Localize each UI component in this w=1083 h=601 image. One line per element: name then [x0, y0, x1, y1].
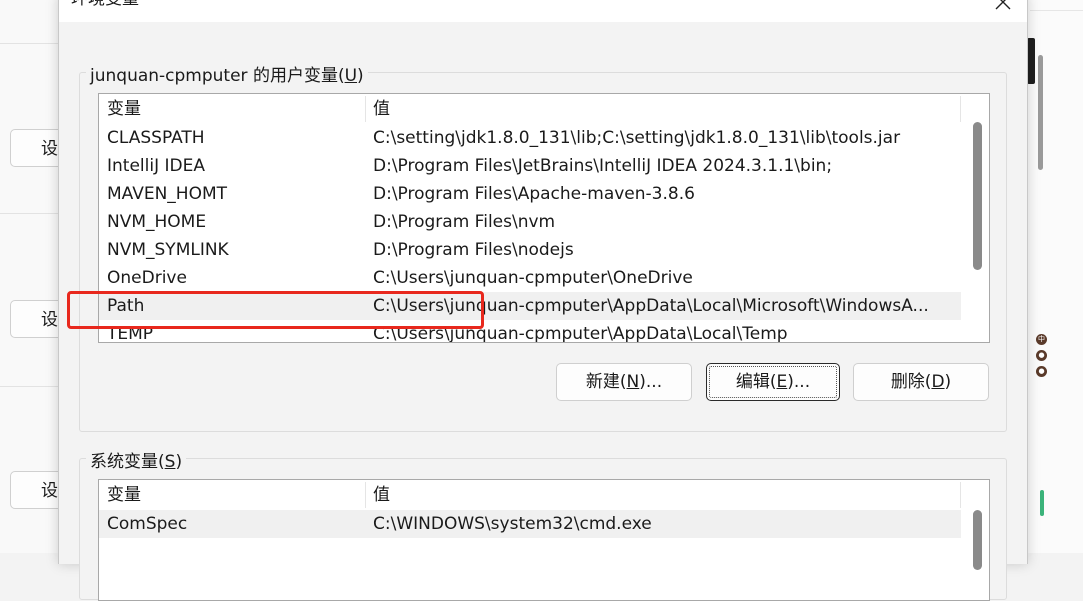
tray-ime-icon[interactable]: 中	[1036, 334, 1047, 345]
user-variables-list[interactable]: 变量 值 CLASSPATH C:\setting\jdk1.8.0_131\l…	[98, 93, 990, 343]
variable-name: IntelliJ IDEA	[107, 156, 205, 176]
system-variables-label: 系统变量(S)	[86, 447, 187, 472]
system-list-scrollbar[interactable]	[967, 480, 987, 600]
table-row[interactable]: TEMP C:\Users\junquan-cpmputer\AppData\L…	[99, 320, 961, 343]
background-dark-bar	[1027, 38, 1035, 84]
column-divider[interactable]	[960, 96, 961, 122]
table-row[interactable]: CLASSPATH C:\setting\jdk1.8.0_131\lib;C:…	[99, 124, 961, 152]
user-variables-group: junquan-cpmputer 的用户变量(U) 变量 值 CLASSPATH…	[79, 61, 1007, 432]
table-row[interactable]: MAVEN_HOMT D:\Program Files\Apache-maven…	[99, 180, 961, 208]
background-separator	[0, 213, 60, 214]
list-header: 变量 值	[99, 480, 989, 508]
table-row[interactable]: IntelliJ IDEA D:\Program Files\JetBrains…	[99, 152, 961, 180]
background-scrollbar-thumb[interactable]	[1038, 55, 1043, 170]
table-row[interactable]: NVM_SYMLINK D:\Program Files\nodejs	[99, 236, 961, 264]
variable-name: ComSpec	[107, 514, 188, 534]
variable-name: OneDrive	[107, 268, 187, 288]
column-header-variable[interactable]: 变量	[99, 94, 365, 122]
variable-value: D:\Program Files\JetBrains\IntelliJ IDEA…	[373, 156, 833, 176]
variable-name: Path	[107, 296, 145, 316]
user-variables-label: junquan-cpmputer 的用户变量(U)	[86, 61, 368, 86]
list-header: 变量 值	[99, 94, 989, 122]
variable-name: TEMP	[107, 324, 154, 343]
close-icon[interactable]	[993, 0, 1013, 12]
variable-value: C:\Users\junquan-cpmputer\AppData\Local\…	[373, 324, 788, 343]
table-row-selected[interactable]: Path C:\Users\junquan-cpmputer\AppData\L…	[99, 292, 961, 320]
system-variables-group: 系统变量(S) 变量 值 ComSpec C:\WINDOWS\system32…	[79, 447, 1007, 601]
delete-button[interactable]: 删除(D)	[853, 363, 989, 401]
column-header-value[interactable]: 值	[365, 94, 961, 122]
tray-app-icon[interactable]: ●	[1036, 350, 1047, 361]
scrollbar-thumb[interactable]	[973, 510, 982, 570]
environment-variables-dialog: 环境变量 junquan-cpmputer 的用户变量(U) 变量 值 CLAS…	[58, 0, 1028, 601]
dialog-title-bar[interactable]: 环境变量	[59, 0, 1027, 22]
column-header-variable[interactable]: 变量	[99, 480, 365, 508]
background-separator	[0, 386, 60, 387]
scrollbar-thumb[interactable]	[973, 122, 982, 270]
table-row[interactable]: NVM_HOME D:\Program Files\nvm	[99, 208, 961, 236]
variable-value: D:\Program Files\nodejs	[373, 240, 574, 260]
dialog-title: 环境变量	[71, 0, 139, 9]
variable-name: MAVEN_HOMT	[107, 184, 228, 204]
variable-value: D:\Program Files\Apache-maven-3.8.6	[373, 184, 695, 204]
variable-value: C:\WINDOWS\system32\cmd.exe	[373, 514, 652, 534]
variable-name: CLASSPATH	[107, 128, 205, 148]
background-right-divider	[1030, 10, 1083, 11]
table-row[interactable]: OneDrive C:\Users\junquan-cpmputer\OneDr…	[99, 264, 961, 292]
variable-value: C:\setting\jdk1.8.0_131\lib;C:\setting\j…	[373, 128, 901, 148]
new-button[interactable]: 新建(N)...	[556, 363, 692, 401]
variable-value: C:\Users\junquan-cpmputer\AppData\Local\…	[373, 296, 929, 316]
background-status-indicator	[1040, 490, 1044, 516]
edit-button[interactable]: 编辑(E)...	[706, 363, 840, 401]
table-row[interactable]: ComSpec C:\WINDOWS\system32\cmd.exe	[99, 510, 961, 538]
variable-name: NVM_HOME	[107, 212, 207, 232]
variable-value: D:\Program Files\nvm	[373, 212, 556, 232]
variable-value: C:\Users\junquan-cpmputer\OneDrive	[373, 268, 693, 288]
column-divider[interactable]	[960, 482, 961, 508]
tray-app-icon[interactable]: ●	[1036, 366, 1047, 377]
system-variables-list[interactable]: 变量 值 ComSpec C:\WINDOWS\system32\cmd.exe	[98, 479, 990, 601]
variable-name: NVM_SYMLINK	[107, 240, 229, 260]
column-header-value[interactable]: 值	[365, 480, 961, 508]
user-list-scrollbar[interactable]	[967, 94, 987, 342]
background-separator	[0, 43, 60, 44]
